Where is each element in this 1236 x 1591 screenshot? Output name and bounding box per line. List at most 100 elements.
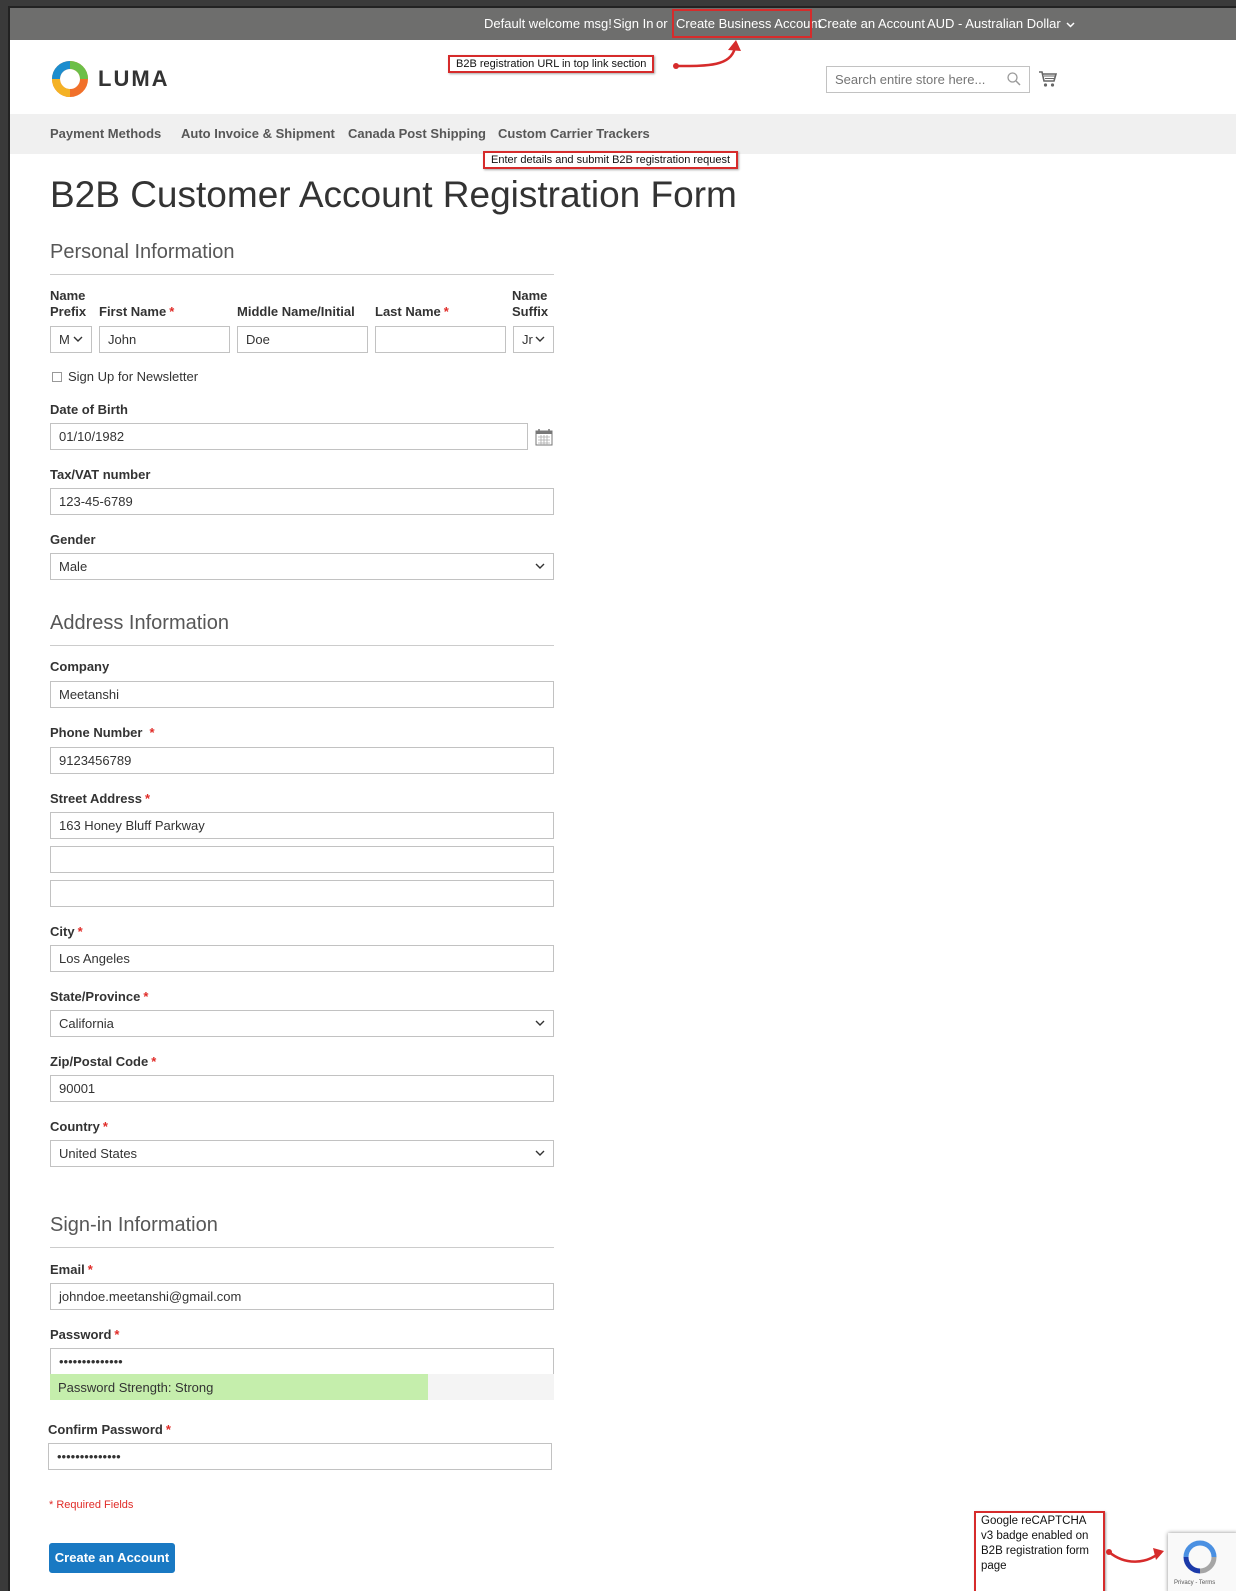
- required-mark: *: [149, 725, 155, 740]
- required-mark: *: [87, 1262, 93, 1277]
- annotation-form: Enter details and submit B2B registratio…: [483, 151, 739, 169]
- middle-name-label: Middle Name/Initial: [237, 304, 355, 319]
- newsletter-checkbox[interactable]: [52, 372, 62, 382]
- required-mark: *: [143, 989, 149, 1004]
- prefix-label-line: Prefix: [50, 304, 87, 319]
- currency-label: AUD - Australian Dollar: [927, 16, 1061, 31]
- search-input[interactable]: Search entire store here...: [826, 66, 1030, 93]
- section-title-personal: Personal Information: [50, 241, 554, 275]
- tax-label: Tax/VAT number: [50, 467, 151, 482]
- gender-select[interactable]: Male: [50, 553, 554, 580]
- select-value: California: [59, 1016, 114, 1031]
- password-field[interactable]: ••••••••••••••: [50, 1348, 554, 1375]
- select-value: Male: [59, 559, 88, 574]
- phone-field[interactable]: 9123456789: [50, 747, 554, 774]
- annotation-arrow: [673, 40, 741, 69]
- company-field[interactable]: Meetanshi: [50, 681, 554, 708]
- street-field-1[interactable]: 163 Honey Bluff Parkway: [50, 812, 554, 839]
- state-label: State/Province *: [50, 989, 148, 1005]
- sign-in-link[interactable]: Sign In: [613, 16, 653, 31]
- luma-logo-icon: [52, 61, 88, 97]
- first-name-label: First Name *: [99, 304, 174, 320]
- label-text: Email: [50, 1262, 85, 1277]
- or-text: or: [656, 16, 668, 31]
- suffix-select[interactable]: Jr: [513, 326, 554, 353]
- required-mark: *: [169, 304, 175, 319]
- dob-label: Date of Birth: [50, 402, 128, 417]
- select-value: United States: [59, 1146, 138, 1161]
- prefix-label: Name Prefix: [50, 288, 86, 320]
- chevron-down-icon: [535, 1150, 545, 1156]
- company-label: Company: [50, 659, 110, 674]
- label-text: State/Province: [50, 989, 141, 1004]
- label-text: Street Address: [50, 791, 142, 806]
- create-account-button[interactable]: Create an Account: [49, 1543, 175, 1573]
- street-field-3[interactable]: [50, 880, 554, 907]
- label-text: Confirm Password: [48, 1422, 163, 1437]
- select-value: Jr: [522, 332, 533, 347]
- password-strength-text: Password Strength: Strong: [58, 1380, 214, 1395]
- city-field[interactable]: Los Angeles: [50, 945, 554, 972]
- recaptcha-badge[interactable]: Privacy - Terms: [1168, 1533, 1236, 1591]
- logo-text[interactable]: LUMA: [98, 66, 170, 92]
- chevron-down-icon: [535, 1020, 545, 1026]
- highlight-box: [672, 9, 812, 38]
- page-title: B2B Customer Account Registration Form: [50, 174, 737, 215]
- annotation-arrow: [1106, 1548, 1164, 1563]
- required-mark: *: [165, 1422, 171, 1437]
- city-label: City *: [50, 924, 83, 940]
- street-label: Street Address *: [50, 791, 150, 807]
- required-mark: *: [77, 924, 83, 939]
- newsletter-label[interactable]: Sign Up for Newsletter: [68, 369, 198, 384]
- recaptcha-links[interactable]: Privacy - Terms: [1174, 1580, 1215, 1586]
- top-links-bar: Default welcome msg! Sign In or Create B…: [10, 8, 1236, 40]
- label-text: First Name: [99, 304, 167, 319]
- suffix-label-line: Name: [512, 288, 548, 303]
- search-icon[interactable]: [1006, 71, 1022, 87]
- label-text: Last Name: [375, 304, 441, 319]
- label-text: City: [50, 924, 75, 939]
- prefix-select[interactable]: M: [50, 326, 92, 353]
- required-mark: *: [151, 1054, 157, 1069]
- middle-name-field[interactable]: Doe: [237, 326, 368, 353]
- calendar-icon[interactable]: [535, 428, 553, 446]
- annotation-captcha: Google reCAPTCHA v3 badge enabled on B2B…: [974, 1511, 1105, 1591]
- confirm-password-field[interactable]: ••••••••••••••: [48, 1443, 552, 1470]
- street-field-2[interactable]: [50, 846, 554, 873]
- chevron-down-icon: [1066, 22, 1075, 28]
- label-text: Country: [50, 1119, 100, 1134]
- state-select[interactable]: California: [50, 1010, 554, 1037]
- password-label: Password *: [50, 1327, 119, 1343]
- nav-item-payment-methods[interactable]: Payment Methods: [50, 126, 161, 141]
- country-select[interactable]: United States: [50, 1140, 554, 1167]
- chevron-down-icon: [535, 336, 545, 342]
- tax-field[interactable]: 123-45-6789: [50, 488, 554, 515]
- currency-switcher[interactable]: AUD - Australian Dollar: [927, 16, 1075, 31]
- last-name-field[interactable]: [375, 326, 506, 353]
- nav-item-canada-post[interactable]: Canada Post Shipping: [348, 126, 486, 141]
- dob-field[interactable]: 01/10/1982: [50, 423, 528, 450]
- annotation-top-link: B2B registration URL in top link section: [448, 55, 655, 73]
- email-field[interactable]: johndoe.meetanshi@gmail.com: [50, 1283, 554, 1310]
- label-text: Zip/Postal Code: [50, 1054, 149, 1069]
- chevron-down-icon: [535, 563, 545, 569]
- browser-page: Default welcome msg! Sign In or Create B…: [8, 6, 1236, 1591]
- suffix-label-line: Suffix: [512, 304, 549, 319]
- required-fields-note: * Required Fields: [49, 1499, 134, 1511]
- create-account-link[interactable]: Create an Account: [818, 16, 925, 31]
- label-text: Phone Number: [50, 725, 143, 740]
- welcome-message: Default welcome msg!: [484, 16, 612, 31]
- nav-item-auto-invoice[interactable]: Auto Invoice & Shipment: [181, 126, 335, 141]
- password-strength-meter: Password Strength: Strong: [50, 1374, 554, 1400]
- prefix-label-line: Name: [50, 288, 86, 303]
- chevron-down-icon: [73, 336, 83, 342]
- required-mark: *: [145, 791, 151, 806]
- zip-field[interactable]: 90001: [50, 1075, 554, 1102]
- nav-item-custom-carrier[interactable]: Custom Carrier Trackers: [498, 126, 650, 141]
- required-mark: *: [114, 1327, 120, 1342]
- suffix-label: Name Suffix: [512, 288, 548, 320]
- label-text: Password: [50, 1327, 112, 1342]
- first-name-field[interactable]: John: [99, 326, 230, 353]
- cart-icon[interactable]: [1038, 70, 1058, 88]
- gender-label: Gender: [50, 532, 96, 547]
